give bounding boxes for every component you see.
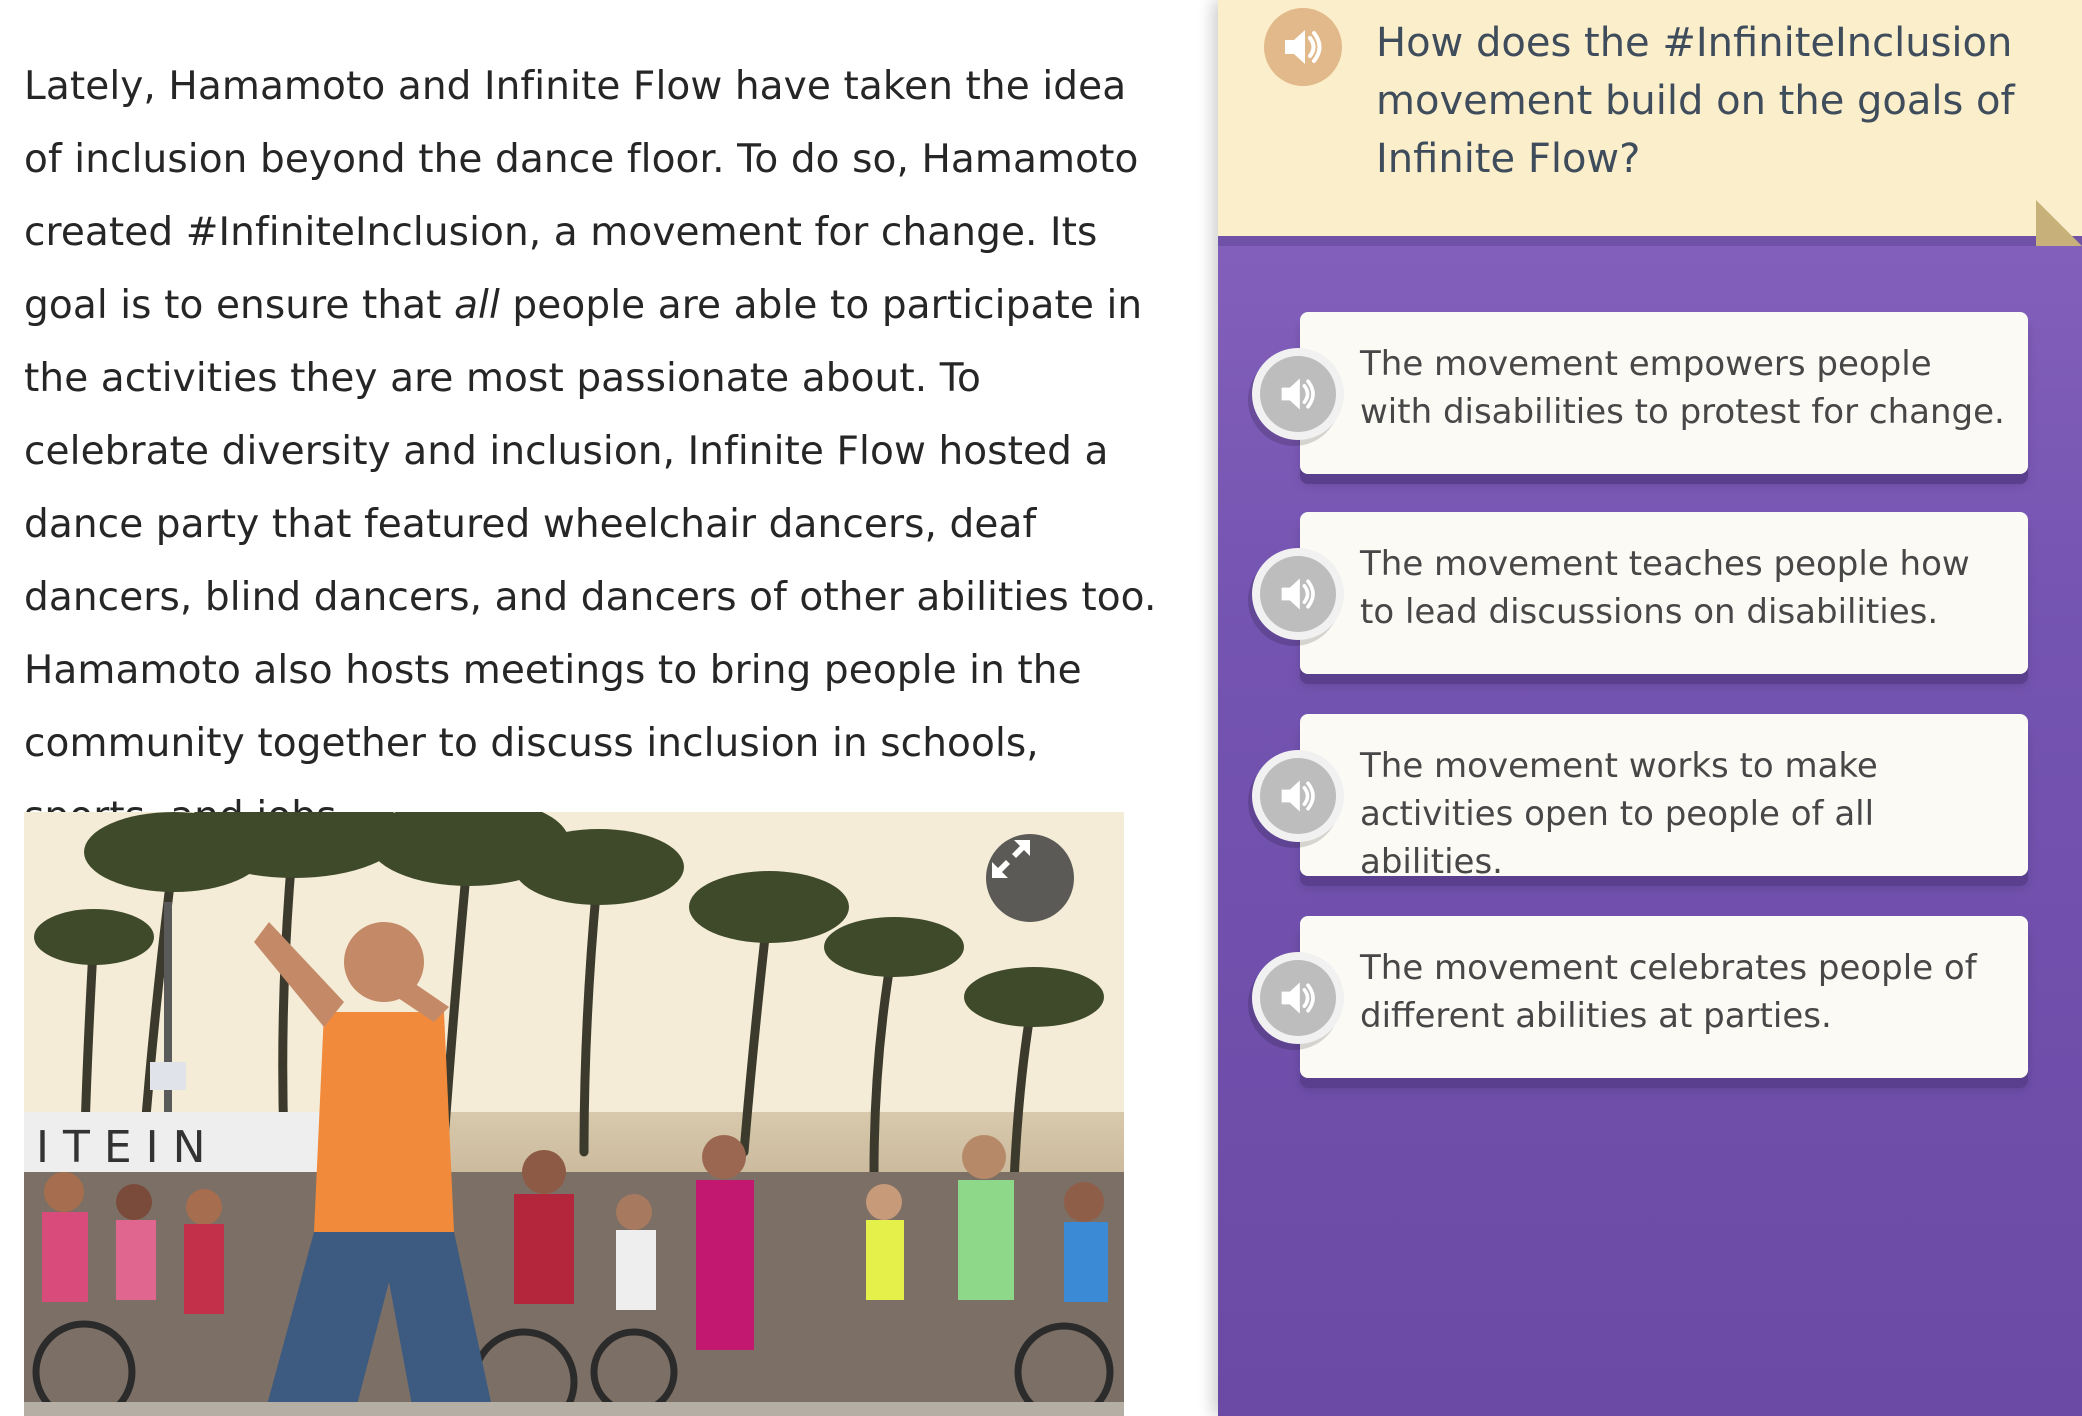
- answer-text: The movement empowers people with disabi…: [1360, 344, 2005, 432]
- answer-audio-circle: [1260, 356, 1336, 432]
- answer-option-1[interactable]: The movement empowers people with disabi…: [1252, 312, 2028, 474]
- answer-audio-circle: [1260, 960, 1336, 1036]
- answer-text: The movement celebrates people of differ…: [1360, 948, 1977, 1036]
- dance-party-photo: I T E I N: [24, 812, 1124, 1416]
- answer-audio-button[interactable]: [1252, 548, 1344, 640]
- photo-illustration: I T E I N: [24, 812, 1124, 1416]
- speaker-icon: [1281, 982, 1315, 1014]
- speaker-icon: [1281, 578, 1315, 610]
- reading-pane: Lately, Hamamoto and Infinite Flow have …: [0, 0, 1218, 1416]
- answer-text: The movement works to make activities op…: [1360, 746, 1878, 882]
- question-panel: How does the #InfiniteInclusion movement…: [1218, 0, 2082, 1416]
- svg-text:I T E I N: I T E I N: [36, 1122, 206, 1173]
- question-audio-button[interactable]: [1264, 8, 1342, 86]
- question-card: How does the #InfiniteInclusion movement…: [1218, 0, 2082, 246]
- answer-text: The movement teaches people how to lead …: [1360, 544, 1970, 632]
- answer-option-4[interactable]: The movement celebrates people of differ…: [1252, 916, 2028, 1078]
- speaker-icon: [1281, 378, 1315, 410]
- speaker-icon: [1281, 780, 1315, 812]
- expand-image-button[interactable]: [986, 834, 1074, 922]
- speaker-icon: [1285, 30, 1322, 64]
- expand-arrows-icon: [992, 840, 1030, 878]
- passage-text: Lately, Hamamoto and Infinite Flow have …: [24, 50, 1164, 853]
- answer-audio-button[interactable]: [1252, 952, 1344, 1044]
- page-fold-corner: [2036, 200, 2082, 246]
- question-text: How does the #InfiniteInclusion movement…: [1376, 20, 2015, 182]
- answer-audio-button[interactable]: [1252, 750, 1344, 842]
- passage-emphasis: all: [454, 283, 500, 328]
- answer-audio-button[interactable]: [1252, 348, 1344, 440]
- answer-audio-circle: [1260, 758, 1336, 834]
- answer-option-2[interactable]: The movement teaches people how to lead …: [1252, 512, 2028, 674]
- answer-option-3[interactable]: The movement works to make activities op…: [1252, 714, 2028, 882]
- answer-audio-circle: [1260, 556, 1336, 632]
- passage-text-part: people are able to participate in the ac…: [24, 283, 1157, 839]
